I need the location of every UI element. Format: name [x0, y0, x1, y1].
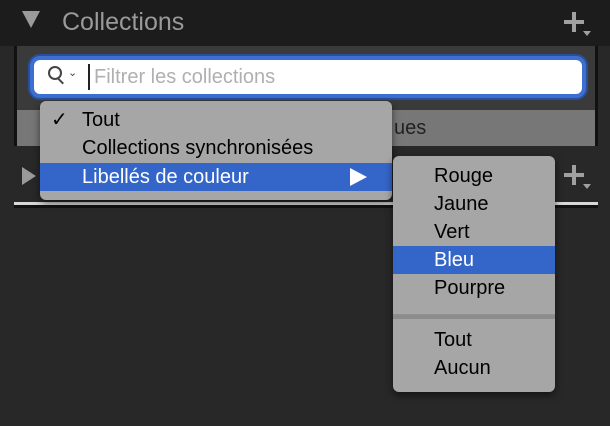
menu-item-vert[interactable]: Vert	[393, 218, 555, 246]
chevron-down-icon[interactable]: ⌄	[68, 66, 77, 80]
menu-item-pourpre[interactable]: Pourpre	[393, 274, 555, 302]
filter-row-label: ues	[394, 117, 427, 139]
color-label-submenu: Rouge Jaune Vert Bleu Pourpre Tout Aucun	[393, 156, 555, 392]
disclosure-triangle-down-icon[interactable]	[22, 11, 40, 28]
add-section-plus-icon[interactable]	[560, 162, 594, 192]
search-icon[interactable]	[48, 66, 64, 85]
text-caret	[88, 64, 90, 90]
menu-item-collections-synchronisees[interactable]: Collections synchronisées	[40, 134, 392, 162]
panel-title: Collections	[62, 8, 185, 36]
submenu-triangle-right-icon	[350, 168, 367, 186]
disclosure-triangle-right-icon[interactable]	[22, 167, 36, 185]
menu-item-aucun[interactable]: Aucun	[393, 354, 555, 382]
search-placeholder: Filtrer les collections	[94, 66, 276, 88]
add-collection-plus-icon[interactable]	[560, 9, 594, 39]
menu-item-jaune[interactable]: Jaune	[393, 190, 555, 218]
menu-item-tout-colors[interactable]: Tout	[393, 326, 555, 354]
menu-item-rouge[interactable]: Rouge	[393, 162, 555, 190]
menu-item-bleu[interactable]: Bleu	[393, 246, 555, 274]
menu-item-libelles-de-couleur[interactable]: Libellés de couleur	[40, 163, 392, 191]
menu-item-tout[interactable]: Tout	[40, 106, 392, 134]
menu-separator	[393, 314, 555, 319]
filter-menu: ✓ Tout Collections synchronisées Libellé…	[40, 101, 392, 200]
